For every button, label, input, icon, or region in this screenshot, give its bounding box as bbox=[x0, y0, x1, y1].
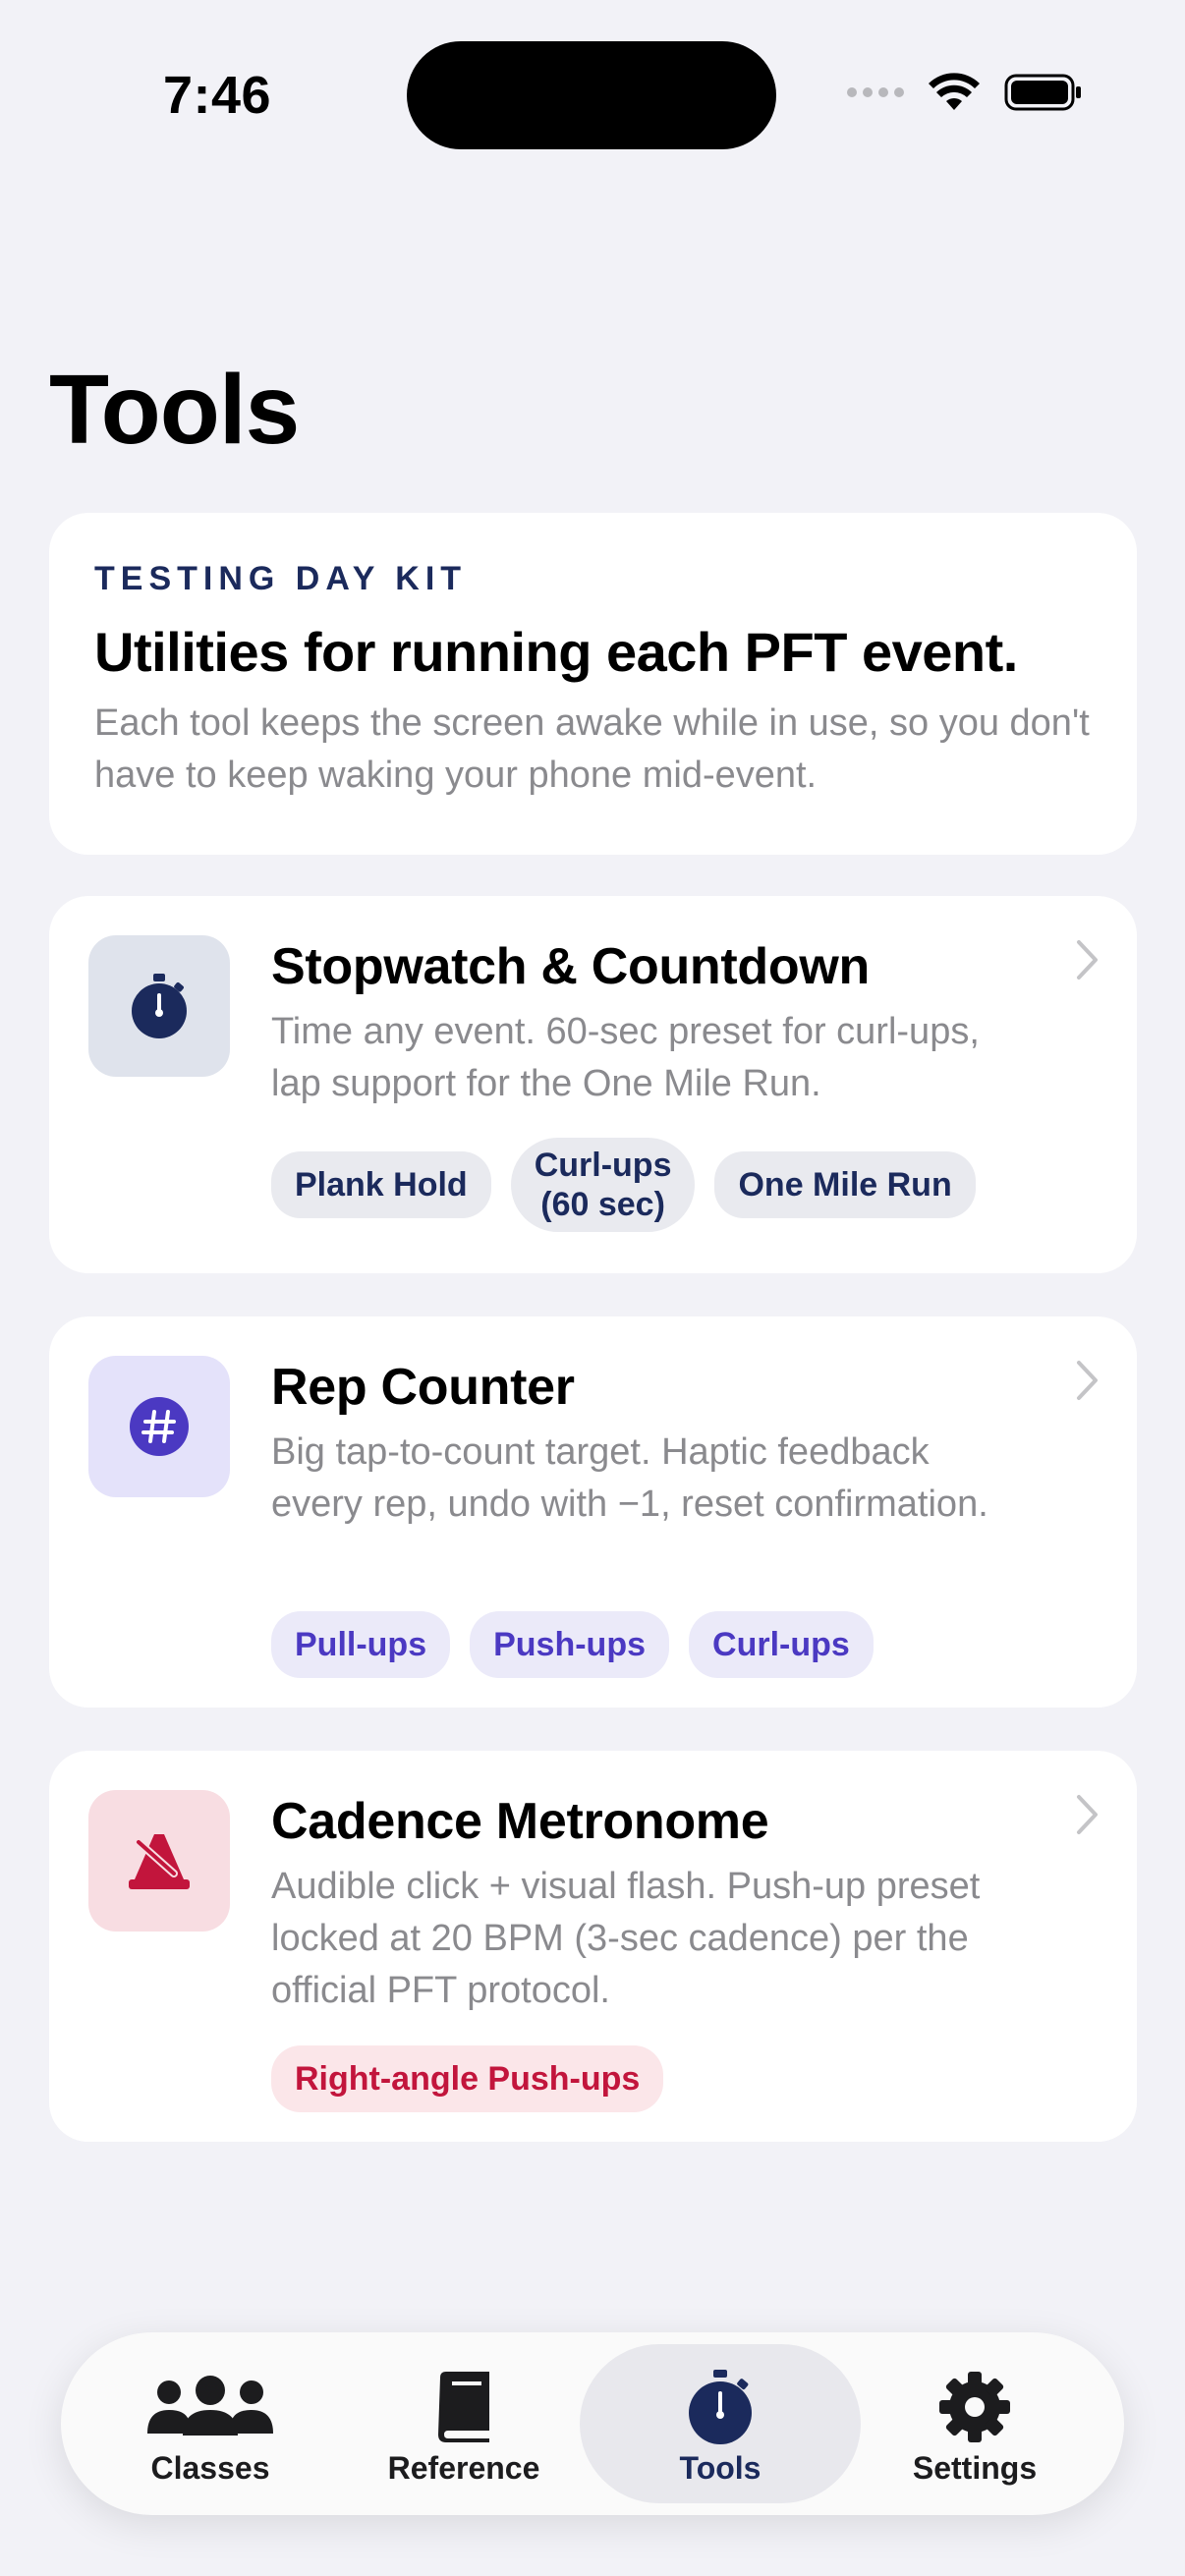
book-icon bbox=[336, 2368, 592, 2446]
tool-card-stopwatch[interactable]: Stopwatch & Countdown Time any event. 60… bbox=[49, 896, 1137, 1273]
tool-card-metronome[interactable]: Cadence Metronome Audible click + visual… bbox=[49, 1751, 1137, 2142]
intro-body: Each tool keeps the screen awake while i… bbox=[94, 702, 1090, 796]
intro-heading: Utilities for running each PFT event. bbox=[94, 621, 1018, 683]
tool-card-rep-counter[interactable]: Rep Counter Big tap-to-count target. Hap… bbox=[49, 1316, 1137, 1708]
tag-chip: One Mile Run bbox=[714, 1151, 976, 1218]
tag-chip: Right-angle Push-ups bbox=[271, 2045, 664, 2112]
wifi-icon bbox=[929, 73, 980, 110]
tab-label: Settings bbox=[912, 2450, 1038, 2486]
tag-chip: Curl-ups (60 sec) bbox=[510, 1138, 696, 1232]
dynamic-island bbox=[407, 41, 776, 149]
tool-title: Rep Counter bbox=[271, 1359, 575, 1416]
intro-card: TESTING DAY KIT Utilities for running ea… bbox=[49, 513, 1137, 855]
status-time: 7:46 bbox=[163, 66, 272, 125]
tab-bar: Classes Reference Tools Settings bbox=[61, 2332, 1124, 2515]
chevron-right-icon bbox=[1077, 1795, 1098, 1834]
stopwatch-icon bbox=[580, 2368, 861, 2446]
signal-icon bbox=[847, 87, 904, 97]
tab-label: Classes bbox=[150, 2450, 270, 2486]
tool-tags: Pull-ups Push-ups Curl-ups bbox=[271, 1611, 874, 1678]
chevron-right-icon bbox=[1077, 940, 1098, 980]
tab-label: Reference bbox=[387, 2450, 540, 2486]
page-title: Tools bbox=[49, 355, 300, 465]
people-icon bbox=[83, 2368, 338, 2446]
gear-icon bbox=[847, 2368, 1102, 2446]
chevron-right-icon bbox=[1077, 1361, 1098, 1400]
tool-description: Audible click + visual flash. Push-up pr… bbox=[271, 1866, 981, 2011]
intro-eyebrow: TESTING DAY KIT bbox=[94, 560, 468, 597]
tag-chip: Pull-ups bbox=[271, 1611, 451, 1678]
tag-chip: Plank Hold bbox=[271, 1151, 491, 1218]
tool-title: Cadence Metronome bbox=[271, 1793, 769, 1850]
tab-classes[interactable]: Classes bbox=[83, 2344, 338, 2503]
tab-label: Tools bbox=[679, 2450, 762, 2486]
tool-tags: Right-angle Push-ups bbox=[271, 2045, 664, 2112]
tab-settings[interactable]: Settings bbox=[847, 2344, 1102, 2503]
tab-tools[interactable]: Tools bbox=[580, 2344, 861, 2503]
tool-tags: Plank Hold Curl-ups (60 sec) One Mile Ru… bbox=[271, 1138, 976, 1232]
stopwatch-icon bbox=[88, 935, 230, 1077]
tag-chip: Push-ups bbox=[470, 1611, 670, 1678]
metronome-icon bbox=[88, 1790, 230, 1932]
tag-chip: Curl-ups bbox=[689, 1611, 874, 1678]
tab-reference[interactable]: Reference bbox=[336, 2344, 592, 2503]
tool-description: Big tap-to-count target. Haptic feedback… bbox=[271, 1431, 988, 1525]
tool-title: Stopwatch & Countdown bbox=[271, 938, 870, 995]
status-indicators bbox=[847, 73, 1083, 112]
number-icon bbox=[88, 1356, 230, 1497]
battery-icon bbox=[1004, 74, 1081, 111]
tool-description: Time any event. 60-sec preset for curl-u… bbox=[271, 1011, 980, 1104]
